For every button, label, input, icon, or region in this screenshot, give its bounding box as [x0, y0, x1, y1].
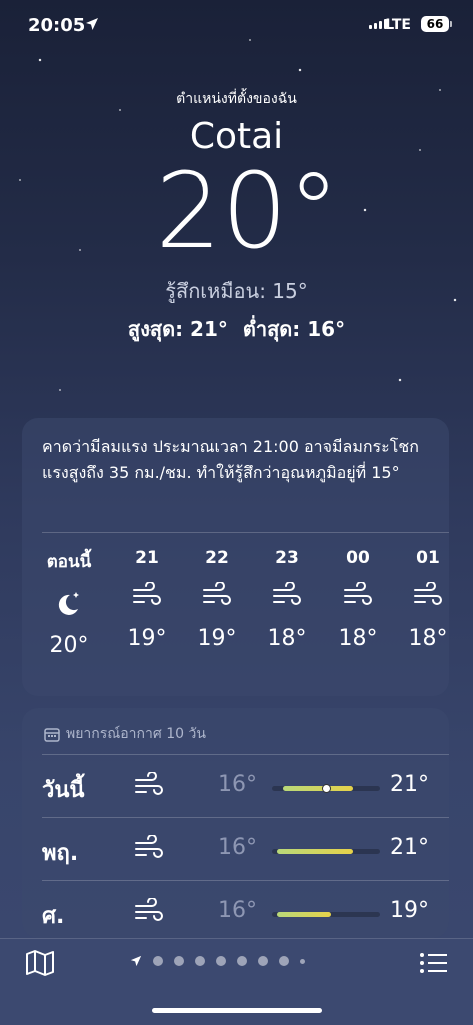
calendar-icon — [44, 727, 60, 742]
page-dot[interactable] — [237, 956, 247, 966]
temp-range-bar — [272, 784, 380, 793]
hour-temp: 19° — [197, 626, 237, 651]
wind-icon — [328, 581, 388, 612]
wind-icon — [134, 834, 164, 865]
row-divider — [42, 880, 449, 881]
day-name: พฤ. — [42, 841, 79, 866]
current-temperature: 20° — [155, 150, 340, 272]
status-time: 20:05 — [28, 15, 86, 36]
hour-temp: 19° — [127, 626, 167, 651]
page-dot[interactable] — [174, 956, 184, 966]
home-indicator[interactable] — [152, 1008, 322, 1013]
moon-stars-icon — [39, 589, 99, 619]
wind-icon — [187, 581, 247, 612]
hour-label: 01 — [416, 548, 440, 568]
forecast-header: พยากรณ์อากาศ 10 วัน — [44, 723, 206, 745]
wind-icon — [398, 581, 458, 612]
hour-column: 22 19° — [187, 548, 247, 651]
day-name: วันนี้ — [42, 778, 85, 803]
wind-icon — [257, 581, 317, 612]
row-divider — [42, 817, 449, 818]
low-temp: ต่ำสุด: 16° — [242, 317, 346, 341]
day-low: 16° — [218, 772, 257, 797]
hour-label: 00 — [346, 548, 370, 568]
bottom-toolbar — [0, 938, 473, 1025]
wind-icon — [117, 581, 177, 612]
forecast-title: พยากรณ์อากาศ 10 วัน — [66, 726, 206, 742]
temp-range-fill — [277, 849, 353, 854]
temp-range-fill — [282, 786, 353, 791]
hour-temp: 18° — [408, 626, 448, 651]
status-bar: 20:05 LTE 66 — [0, 0, 473, 50]
page-dot[interactable] — [153, 956, 163, 966]
city-list-icon[interactable] — [419, 951, 449, 975]
hour-temp: 18° — [267, 626, 307, 651]
battery-tip — [450, 21, 452, 27]
location-arrow-icon — [86, 18, 98, 30]
day-low: 16° — [218, 835, 257, 860]
hour-label: 22 — [205, 548, 229, 568]
card-divider — [42, 532, 449, 533]
hour-temp: 20° — [49, 633, 89, 658]
page-dot[interactable] — [258, 956, 268, 966]
page-dot[interactable] — [195, 956, 205, 966]
page-indicator[interactable] — [130, 955, 305, 967]
battery-icon: 66 — [421, 16, 449, 32]
hourly-forecast-card[interactable]: คาดว่ามีลมแรง ประมาณเวลา 21:00 อาจมีลมกร… — [22, 418, 449, 696]
high-low: สูงสุด: 21° ต่ำสุด: 16° — [0, 313, 473, 345]
hour-label: 21 — [135, 548, 159, 568]
current-temp-dot — [322, 784, 331, 793]
page-dot[interactable] — [216, 956, 226, 966]
wind-icon — [134, 897, 164, 928]
wind-alert-description: คาดว่ามีลมแรง ประมาณเวลา 21:00 อาจมีลมกร… — [42, 437, 419, 483]
hour-column: 00 18° — [328, 548, 388, 651]
temp-range-fill — [277, 912, 332, 917]
high-temp: สูงสุด: 21° — [127, 317, 228, 341]
page-dot[interactable] — [279, 956, 289, 966]
day-name: ศ. — [42, 904, 65, 929]
day-low: 16° — [218, 898, 257, 923]
weather-header: ตำแหน่งที่ตั้งของฉัน Cotai 20° รู้สึกเหม… — [0, 88, 473, 345]
ten-day-forecast-card[interactable]: พยากรณ์อากาศ 10 วัน วันนี้ 16° 21° พฤ. 16° 21… — [22, 708, 449, 938]
wind-icon — [134, 771, 164, 802]
hour-column: 01 18° — [398, 548, 458, 651]
page-dot[interactable] — [300, 958, 305, 964]
hour-column: ตอนนี้ 20° — [39, 548, 99, 658]
location-label: ตำแหน่งที่ตั้งของฉัน — [176, 91, 297, 107]
day-high: 21° — [390, 772, 429, 797]
temp-range-bar — [272, 912, 380, 917]
day-high: 19° — [390, 898, 429, 923]
map-icon[interactable] — [25, 949, 55, 977]
network-type: LTE — [385, 17, 411, 33]
day-row[interactable]: วันนี้ 16° 21° — [22, 756, 449, 818]
hour-temp: 18° — [338, 626, 378, 651]
current-location-icon — [130, 955, 142, 967]
hour-column: 23 18° — [257, 548, 317, 651]
row-divider — [42, 754, 449, 755]
day-high: 21° — [390, 835, 429, 860]
day-row[interactable]: ศ. 16° 19° — [22, 882, 449, 944]
hour-label: 23 — [275, 548, 299, 568]
day-row[interactable]: พฤ. 16° 21° — [22, 819, 449, 881]
hour-column: 21 19° — [117, 548, 177, 651]
feels-like: รู้สึกเหมือน: 15° — [165, 279, 308, 303]
temp-range-bar — [272, 849, 380, 854]
hour-label: ตอนนี้ — [46, 552, 92, 572]
